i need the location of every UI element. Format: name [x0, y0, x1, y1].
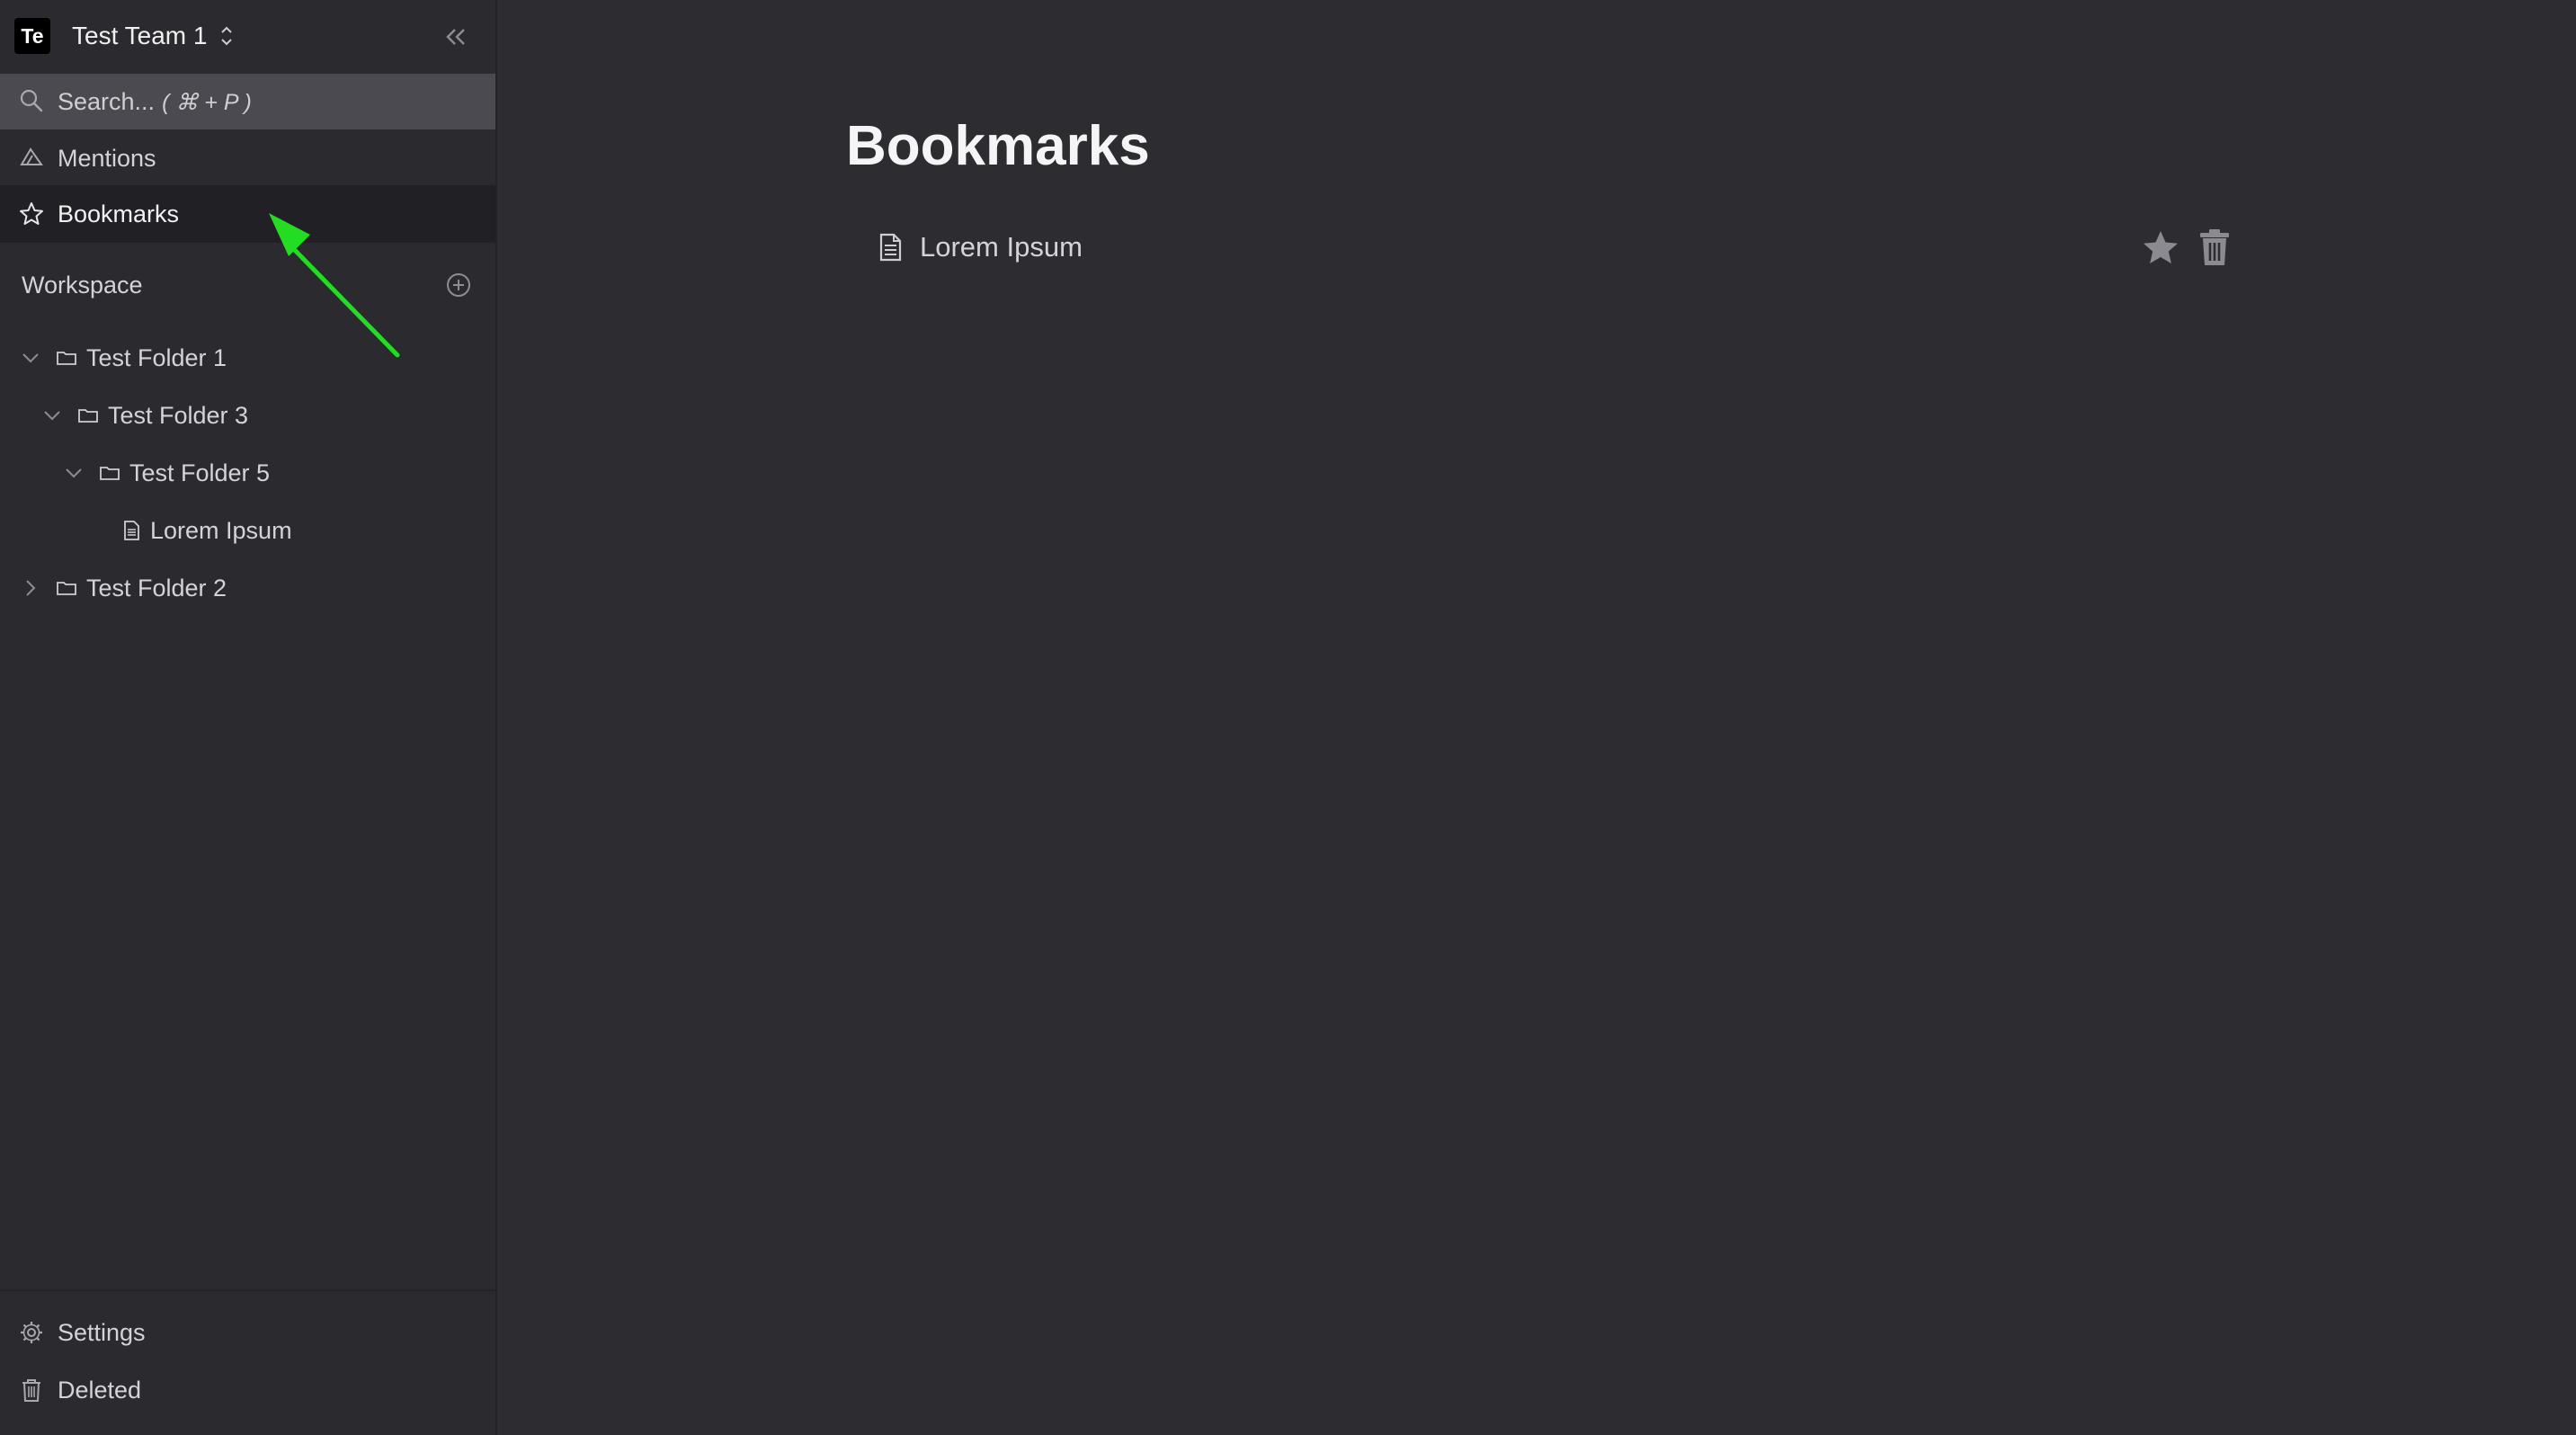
trash-icon[interactable]: [2195, 227, 2234, 268]
tree-label: Lorem Ipsum: [150, 517, 292, 544]
sidebar-footer: Settings Deleted: [0, 1289, 495, 1435]
folder-icon: [78, 409, 98, 423]
bookmark-item[interactable]: Lorem Ipsum: [866, 216, 2576, 279]
search-label: Search...: [58, 88, 156, 115]
search-icon: [20, 89, 43, 112]
nav-item-bookmarks[interactable]: Bookmarks: [0, 185, 495, 243]
search-shortcut-hint: ( ⌘ + P ): [162, 90, 252, 115]
nav-label-bookmarks: Bookmarks: [58, 201, 180, 227]
chevron-up-down-icon[interactable]: [214, 22, 239, 50]
chevron-down-icon[interactable]: [41, 405, 63, 426]
star-icon: [20, 202, 43, 225]
plus-circle-icon[interactable]: [444, 271, 473, 299]
tree-label: Test Folder 3: [108, 402, 249, 429]
nav-item-deleted[interactable]: Deleted: [0, 1361, 495, 1419]
nav-label-settings: Settings: [58, 1319, 146, 1346]
team-switcher[interactable]: Te Test Team 1: [0, 0, 495, 72]
nav-item-mentions[interactable]: Mentions: [0, 129, 495, 187]
chevron-down-icon[interactable]: [63, 462, 85, 484]
star-icon[interactable]: [2141, 228, 2180, 268]
gear-icon: [21, 1322, 42, 1343]
sidebar: Te Test Team 1 Search...( ⌘ + P ) Mentio…: [0, 0, 497, 1435]
nav-label-mentions: Mentions: [58, 145, 156, 172]
workspace-title: Workspace: [22, 272, 143, 299]
document-icon: [879, 233, 902, 262]
trash-icon: [22, 1379, 40, 1402]
tree-item-folder[interactable]: Test Folder 3: [0, 387, 495, 444]
nav-item-settings[interactable]: Settings: [0, 1304, 495, 1361]
chevron-right-icon[interactable]: [20, 577, 41, 599]
page-title: Bookmarks: [846, 115, 1150, 177]
tree-item-folder[interactable]: Test Folder 2: [0, 559, 495, 617]
bookmark-title: Lorem Ipsum: [920, 231, 1083, 263]
tree-label: Test Folder 2: [86, 575, 227, 602]
document-icon: [124, 521, 139, 540]
collapse-sidebar-icon[interactable]: [441, 22, 471, 52]
folder-icon: [57, 582, 76, 595]
app-root: Te Test Team 1 Search...( ⌘ + P ) Mentio…: [0, 0, 2576, 1435]
tree-item-document[interactable]: Lorem Ipsum: [0, 502, 495, 559]
folder-icon: [100, 467, 120, 480]
nav-label-deleted: Deleted: [58, 1377, 142, 1404]
tree-item-folder[interactable]: Test Folder 5: [0, 444, 495, 502]
search-placeholder: Search...( ⌘ + P ): [58, 74, 252, 129]
chevron-down-icon[interactable]: [20, 347, 41, 369]
tree-item-folder[interactable]: Test Folder 1: [0, 329, 495, 387]
team-badge: Te: [14, 18, 50, 54]
workspace-header: Workspace: [0, 257, 495, 313]
annotation-arrow-icon: [269, 213, 400, 358]
team-name: Test Team 1: [72, 22, 208, 49]
tree-label: Test Folder 5: [129, 459, 271, 486]
search-bar[interactable]: Search...( ⌘ + P ): [0, 74, 495, 129]
tree-label: Test Folder 1: [86, 344, 227, 371]
folder-icon: [57, 352, 76, 365]
main-content: Bookmarks Lorem Ipsum: [497, 0, 2576, 1435]
mentions-icon: [20, 147, 43, 165]
